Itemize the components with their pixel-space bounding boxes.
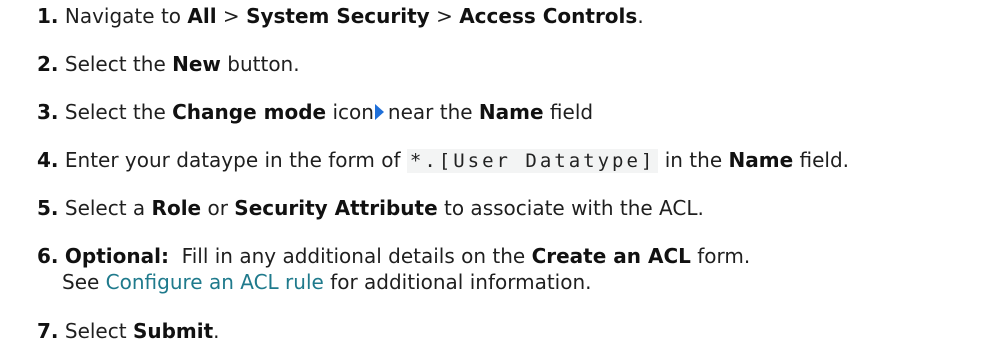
step-text: to associate with the ACL. — [437, 196, 704, 220]
datatype-code: *.[User Datatype] — [406, 149, 659, 173]
new-button-label: New — [172, 52, 221, 76]
step-text: . — [637, 4, 644, 28]
step-number: 2. — [37, 52, 59, 76]
step-7: 7. Select Submit. — [37, 318, 220, 344]
configure-acl-rule-link[interactable]: Configure an ACL rule — [106, 270, 324, 294]
step-text: Select — [64, 319, 133, 343]
change-mode-label: Change mode — [172, 100, 327, 124]
step-text: . — [213, 319, 220, 343]
step-6-subline: See Configure an ACL rule for additional… — [37, 269, 750, 295]
optional-label: Optional: — [64, 244, 169, 268]
step-3: 3. Select the Change mode icon near the N… — [37, 99, 593, 125]
separator: > — [216, 4, 247, 28]
step-number: 7. — [37, 319, 59, 343]
step-text: form. — [690, 244, 751, 268]
menu-all: All — [187, 4, 217, 28]
create-acl-form-label: Create an ACL — [531, 244, 691, 268]
step-6: 6. Optional: Fill in any additional deta… — [37, 243, 750, 295]
step-text: Select a — [64, 196, 152, 220]
step-2: 2. Select the New button. — [37, 51, 300, 77]
step-text: Navigate to — [64, 4, 188, 28]
menu-system-security: System Security — [246, 4, 430, 28]
step-number: 3. — [37, 100, 59, 124]
step-text: in the — [658, 148, 729, 172]
role-label: Role — [151, 196, 202, 220]
step-number: 4. — [37, 148, 59, 172]
name-field-label: Name — [478, 100, 544, 124]
step-number: 1. — [37, 4, 59, 28]
step-text: Fill in any additional details on the — [168, 244, 532, 268]
step-5: 5. Select a Role or Security Attribute t… — [37, 195, 704, 221]
name-field-label: Name — [728, 148, 794, 172]
play-triangle-icon — [374, 104, 384, 120]
step-text: icon — [326, 100, 374, 124]
step-number: 6. — [37, 244, 59, 268]
step-text: for additional information. — [323, 270, 592, 294]
step-text: field — [543, 100, 594, 124]
step-4: 4. Enter your dataype in the form of *.[… — [37, 147, 849, 174]
menu-access-controls: Access Controls — [459, 4, 638, 28]
step-text: Select the — [64, 52, 173, 76]
submit-button-label: Submit — [132, 319, 214, 343]
instruction-steps: 1. Navigate to All > System Security > A… — [0, 0, 989, 359]
separator: > — [429, 4, 460, 28]
step-text: Enter your dataype in the form of — [64, 148, 407, 172]
step-1: 1. Navigate to All > System Security > A… — [37, 3, 644, 29]
step-text: See — [62, 270, 106, 294]
step-text: button. — [220, 52, 300, 76]
step-text: or — [201, 196, 235, 220]
step-text: field. — [793, 148, 850, 172]
step-number: 5. — [37, 196, 59, 220]
step-text: near the — [387, 100, 479, 124]
security-attribute-label: Security Attribute — [234, 196, 438, 220]
step-text: Select the — [64, 100, 173, 124]
